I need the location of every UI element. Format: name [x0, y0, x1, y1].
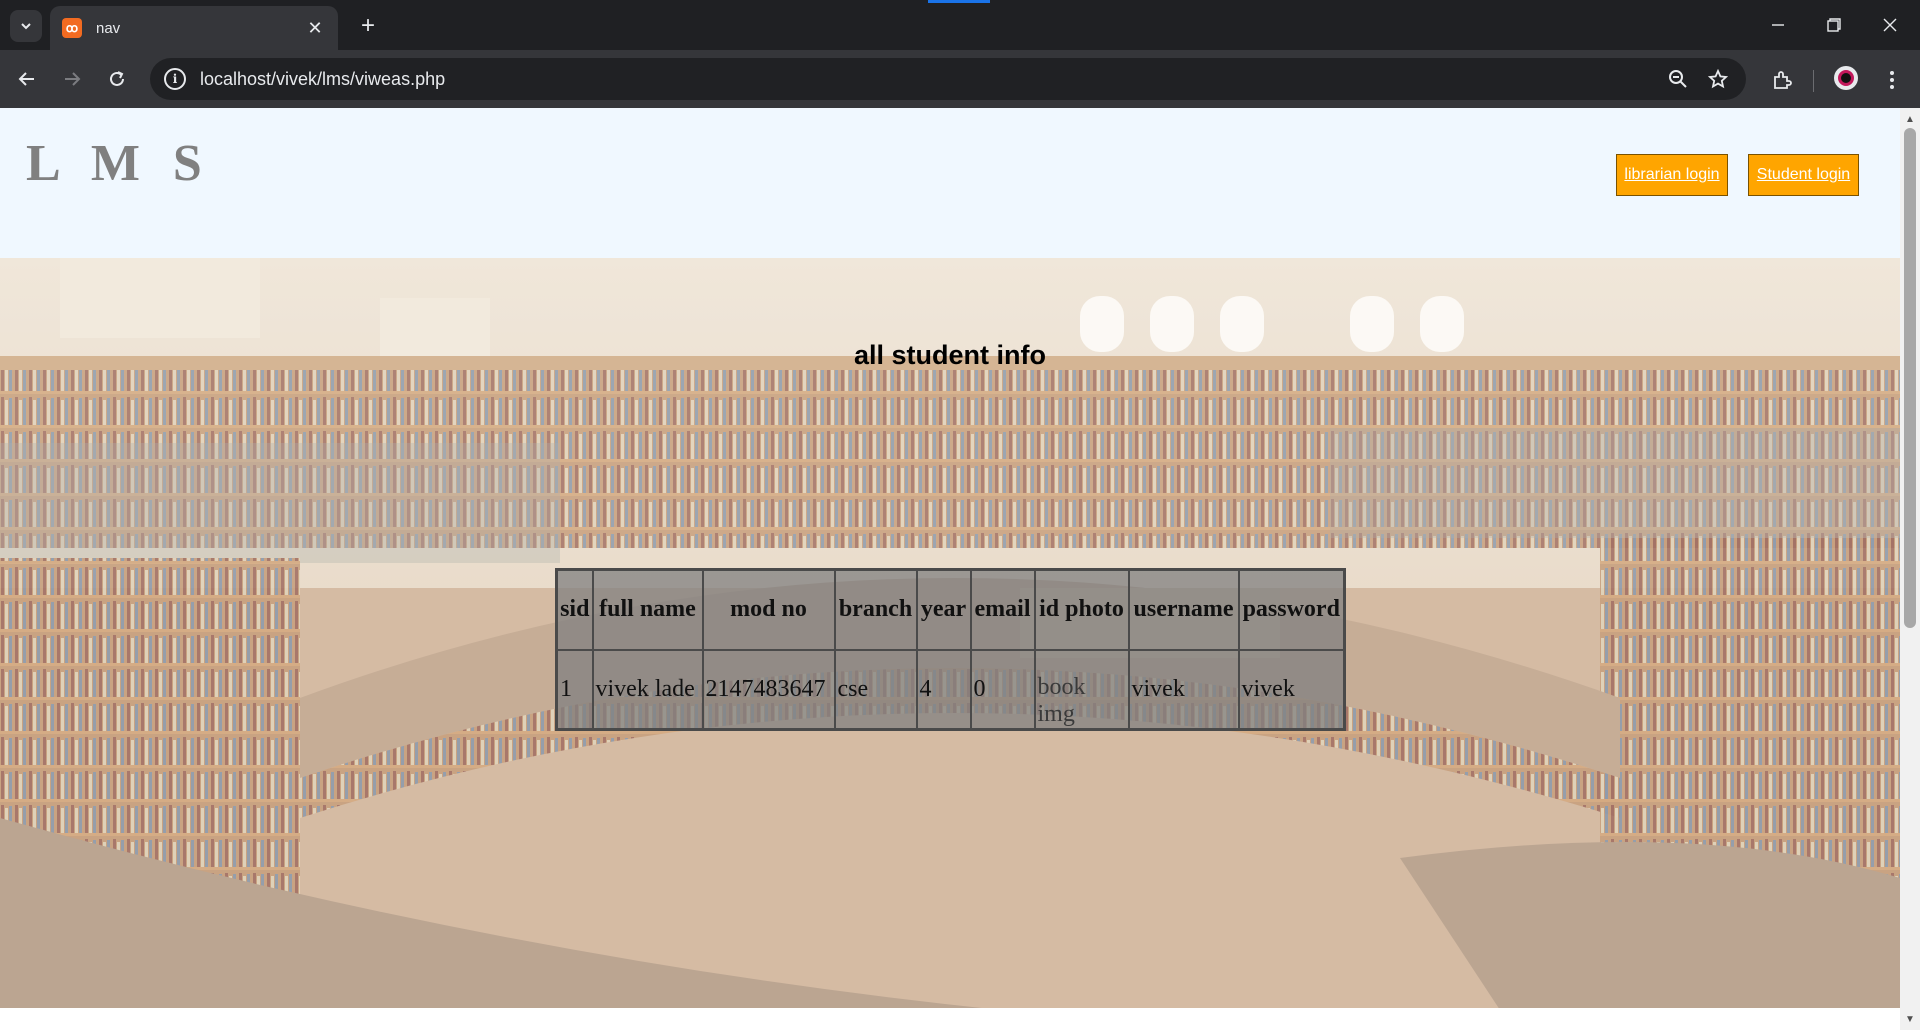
tab-search-icon[interactable]	[10, 10, 42, 42]
star-icon[interactable]	[1698, 59, 1738, 99]
scrollbar-thumb[interactable]	[1904, 128, 1916, 628]
student-login-link[interactable]: Student login	[1748, 154, 1859, 196]
cell-sid: 1	[555, 648, 594, 731]
scroll-up-icon[interactable]: ▲	[1900, 110, 1920, 128]
column-header: mod no	[701, 568, 836, 651]
column-header: full name	[591, 568, 704, 651]
id-photo-alt-text: book img	[1037, 674, 1086, 728]
scroll-down-icon[interactable]: ▼	[1900, 1010, 1920, 1028]
table-row: 1 vivek lade 2147483647 cse 4 0 book img…	[555, 648, 1346, 731]
cell-password: vivek	[1237, 648, 1346, 731]
site-info-icon[interactable]: i	[164, 68, 186, 90]
tab-title: nav	[96, 19, 121, 37]
broken-image-icon: book img	[1038, 674, 1126, 728]
page-bottom-strip	[0, 1008, 1900, 1030]
column-header: branch	[833, 568, 918, 651]
forward-icon[interactable]	[55, 62, 89, 96]
plus-icon[interactable]: +	[352, 10, 384, 42]
toolbar-separator	[1813, 70, 1814, 92]
cell-email: 0	[969, 648, 1036, 731]
librarian-login-link[interactable]: librarian login	[1616, 154, 1728, 196]
cell-year: 4	[915, 648, 972, 731]
column-header: year	[915, 568, 972, 651]
column-header: password	[1237, 568, 1346, 651]
address-bar[interactable]: i localhost/vivek/lms/viweas.php	[150, 58, 1746, 100]
student-table: sid full name mod no branch year email i…	[555, 568, 1346, 731]
column-header: email	[969, 568, 1036, 651]
tab-indicator	[928, 0, 990, 3]
xampp-favicon-icon: ꝏ	[62, 18, 82, 38]
site-logo: L M S	[26, 135, 212, 192]
site-header: L M S librarian login Student login	[0, 108, 1900, 258]
library-background: all student info sid full name mod no br…	[0, 258, 1900, 1010]
menu-icon[interactable]	[1874, 62, 1910, 98]
zoom-icon[interactable]	[1658, 59, 1698, 99]
cell-mod-no: 2147483647	[701, 648, 836, 731]
reload-icon[interactable]	[100, 62, 134, 96]
minimize-icon[interactable]	[1756, 8, 1800, 42]
extensions-icon[interactable]	[1764, 62, 1800, 98]
column-header: username	[1127, 568, 1240, 651]
url-text[interactable]: localhost/vivek/lms/viweas.php	[200, 69, 1658, 90]
tab-strip: ꝏ nav ✕ +	[0, 0, 1920, 50]
back-icon[interactable]	[10, 62, 44, 96]
table-header-row: sid full name mod no branch year email i…	[555, 568, 1346, 651]
browser-toolbar: i localhost/vivek/lms/viweas.php	[0, 50, 1920, 108]
browser-tab[interactable]: ꝏ nav ✕	[50, 6, 338, 50]
cell-id-photo: book img	[1033, 648, 1130, 731]
cell-full-name: vivek lade	[591, 648, 704, 731]
close-icon[interactable]: ✕	[304, 18, 326, 39]
profile-icon[interactable]	[1834, 66, 1858, 90]
page-viewport: L M S librarian login Student login all …	[0, 108, 1900, 1010]
cell-username: vivek	[1127, 648, 1240, 731]
page-heading: all student info	[854, 340, 1046, 370]
cell-branch: cse	[833, 648, 918, 731]
column-header: id photo	[1033, 568, 1130, 651]
window-close-icon[interactable]	[1868, 8, 1912, 42]
column-header: sid	[555, 568, 594, 651]
page-scrollbar[interactable]: ▲ ▼	[1900, 108, 1920, 1030]
restore-icon[interactable]	[1812, 8, 1856, 42]
